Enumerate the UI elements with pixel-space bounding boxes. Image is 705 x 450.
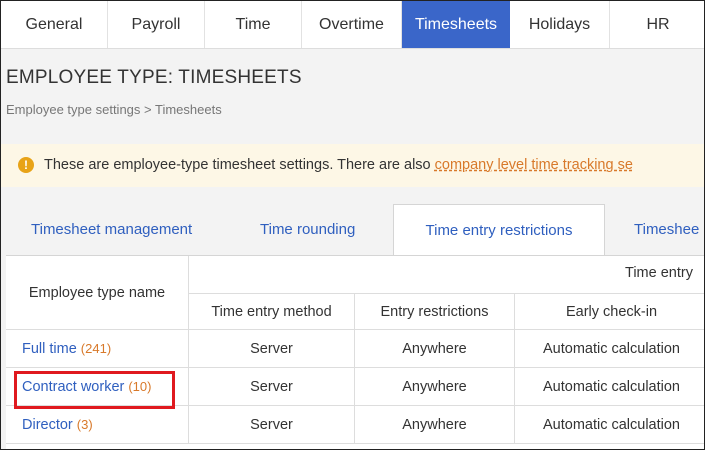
group-header-label: Time entry bbox=[625, 265, 693, 281]
cell-early-check-in: Automatic calculation bbox=[515, 406, 704, 444]
cell-entry-method: Server bbox=[189, 406, 355, 444]
employee-type-link[interactable]: Director bbox=[22, 417, 73, 433]
tab-general[interactable]: General bbox=[1, 1, 108, 48]
notice-message: These are employee-type timesheet settin… bbox=[44, 157, 435, 173]
tab-payroll[interactable]: Payroll bbox=[108, 1, 205, 48]
subtab-timesheets-more[interactable]: Timeshee bbox=[634, 204, 699, 256]
employee-type-table: Employee type name Time entry Time entry… bbox=[6, 255, 704, 449]
employee-count: (3) bbox=[76, 417, 93, 432]
subtab-timesheet-management[interactable]: Timesheet management bbox=[31, 204, 192, 256]
subtab-time-entry-restrictions[interactable]: Time entry restrictions bbox=[393, 204, 605, 256]
info-notice: ! These are employee-type timesheet sett… bbox=[1, 144, 704, 187]
subtab-time-rounding[interactable]: Time rounding bbox=[260, 204, 355, 256]
employee-count: (241) bbox=[80, 341, 112, 356]
breadcrumb: Employee type settings > Timesheets bbox=[6, 102, 222, 117]
column-header-early-check-in: Early check-in bbox=[515, 294, 704, 330]
table-row-name: Full time (241) bbox=[6, 330, 189, 368]
group-header-time-entry: Time entry bbox=[189, 256, 704, 294]
cell-entry-restriction: Anywhere bbox=[355, 406, 515, 444]
cell-entry-method: Server bbox=[189, 368, 355, 406]
company-time-tracking-link[interactable]: company level time tracking se bbox=[435, 157, 633, 173]
tab-time[interactable]: Time bbox=[205, 1, 302, 48]
notice-text: These are employee-type timesheet settin… bbox=[44, 144, 633, 187]
page-title: EMPLOYEE TYPE: TIMESHEETS bbox=[6, 67, 302, 88]
info-icon: ! bbox=[18, 157, 34, 173]
tab-hr[interactable]: HR bbox=[610, 1, 704, 48]
column-header-entry-restrictions: Entry restrictions bbox=[355, 294, 515, 330]
cell-entry-restriction: Anywhere bbox=[355, 330, 515, 368]
cell-entry-method: Server bbox=[189, 330, 355, 368]
cell-early-check-in: Automatic calculation bbox=[515, 330, 704, 368]
column-header-employee-type: Employee type name bbox=[6, 256, 189, 330]
highlight-box bbox=[14, 371, 175, 409]
sub-tabs: Timesheet management Time rounding Time … bbox=[1, 204, 704, 256]
cell-entry-restriction: Anywhere bbox=[355, 368, 515, 406]
top-nav: General Payroll Time Overtime Timesheets… bbox=[1, 1, 704, 49]
table-row-name: Director (3) bbox=[6, 406, 189, 444]
cell-early-check-in: Automatic calculation bbox=[515, 368, 704, 406]
employee-type-link[interactable]: Full time bbox=[22, 341, 77, 357]
tab-timesheets[interactable]: Timesheets bbox=[402, 1, 510, 48]
column-header-entry-method: Time entry method bbox=[189, 294, 355, 330]
tab-overtime[interactable]: Overtime bbox=[302, 1, 402, 48]
app-window: General Payroll Time Overtime Timesheets… bbox=[0, 0, 705, 450]
tab-holidays[interactable]: Holidays bbox=[510, 1, 610, 48]
